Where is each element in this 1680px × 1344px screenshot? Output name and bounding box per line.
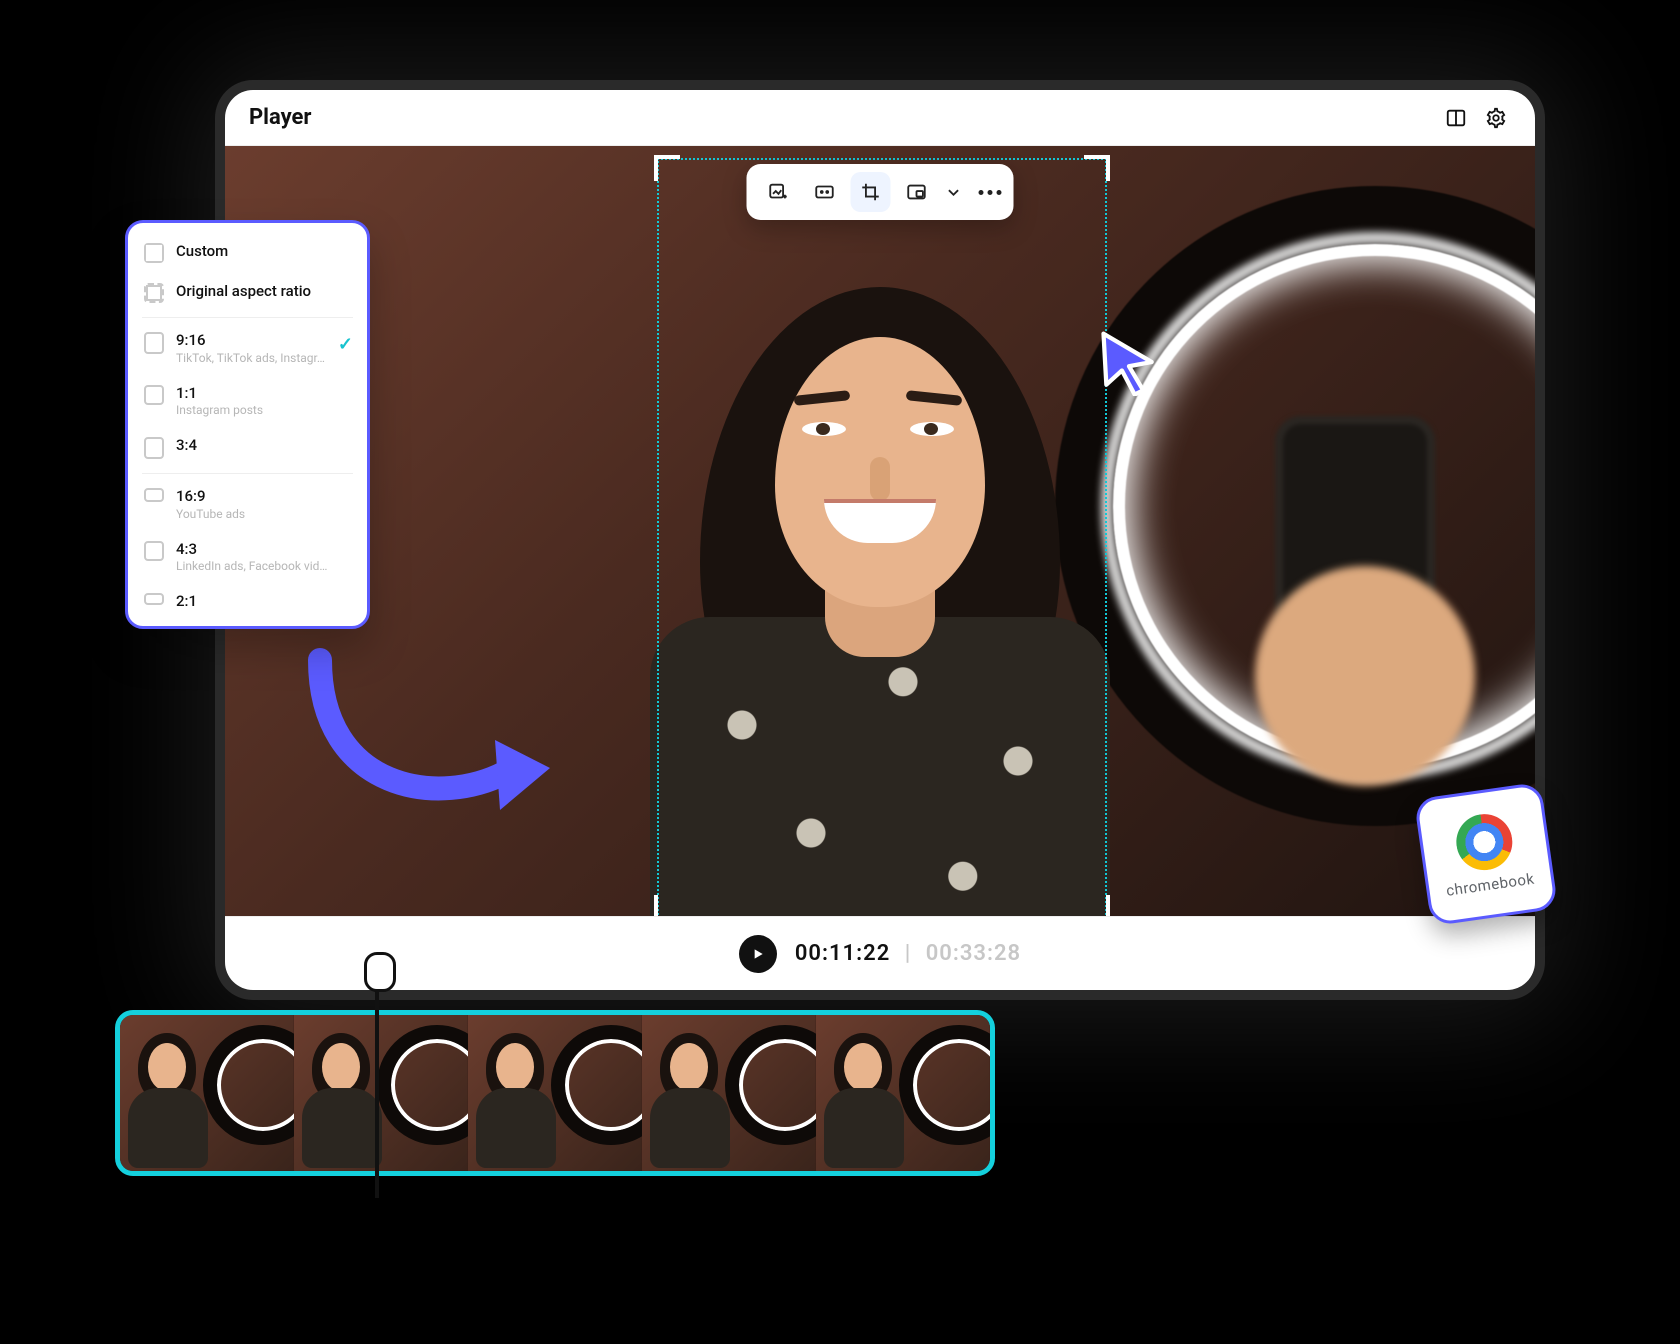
- aspect-ratio-label: 16:9: [176, 488, 245, 505]
- timeline-clip[interactable]: [115, 1010, 995, 1176]
- play-button[interactable]: [739, 935, 777, 973]
- chromebook-badge: chromebook: [1414, 782, 1559, 927]
- aspect-ratio-sub: TikTok, TikTok ads, Instagr…: [176, 351, 325, 365]
- chromebook-label: chromebook: [1445, 870, 1535, 900]
- chrome-logo-icon: [1453, 810, 1516, 873]
- aspect-thumb-icon: [144, 332, 164, 354]
- player-window: Player: [225, 90, 1535, 990]
- aspect-ratio-label: 9:16: [176, 332, 325, 349]
- more-icon[interactable]: [973, 190, 1002, 195]
- aspect-option-2-1[interactable]: 2:1: [128, 583, 367, 620]
- player-title: Player: [249, 105, 312, 130]
- timeline-frame: [816, 1015, 990, 1171]
- original-aspect-icon: [144, 283, 164, 303]
- timecode-current: 00:11:22: [795, 941, 890, 966]
- aspect-option-original[interactable]: Original aspect ratio: [128, 273, 367, 313]
- crop-toolbar: [747, 164, 1014, 220]
- timeline-playhead[interactable]: [375, 958, 379, 1198]
- layout-split-icon[interactable]: [1441, 103, 1471, 133]
- aspect-ratio-label: 1:1: [176, 385, 263, 402]
- timeline-frame: [120, 1015, 294, 1171]
- timecode-duration: 00:33:28: [926, 941, 1021, 966]
- aspect-option-3-4[interactable]: 3:4: [128, 427, 367, 469]
- timeline-frame: [642, 1015, 816, 1171]
- settings-gear-icon[interactable]: [1481, 103, 1511, 133]
- callout-arrow-icon: [300, 650, 560, 830]
- aspect-thumb-icon: [144, 488, 164, 502]
- captions-icon[interactable]: [805, 172, 845, 212]
- crop-icon[interactable]: [851, 172, 891, 212]
- aspect-option-custom[interactable]: Custom: [128, 233, 367, 273]
- aspect-option-9-16[interactable]: 9:16 TikTok, TikTok ads, Instagr… ✓: [128, 322, 367, 375]
- aspect-ratio-label: 2:1: [176, 593, 197, 610]
- aspect-ratio-sub: Instagram posts: [176, 403, 263, 417]
- aspect-thumb-icon: [144, 541, 164, 561]
- aspect-ratio-menu: Custom Original aspect ratio 9:16 TikTok,…: [125, 220, 370, 629]
- check-icon: ✓: [338, 334, 353, 355]
- aspect-option-4-3[interactable]: 4:3LinkedIn ads, Facebook vid…: [128, 531, 367, 584]
- crop-handle-tl[interactable]: [654, 155, 680, 181]
- aspect-option-16-9[interactable]: 16:9 YouTube ads: [128, 478, 367, 531]
- timecode: 00:11:22 | 00:33:28: [795, 941, 1021, 966]
- cursor-pointer-icon: [1095, 328, 1163, 396]
- aspect-ratio-sub: YouTube ads: [176, 507, 245, 521]
- crop-handle-tr[interactable]: [1084, 155, 1110, 181]
- custom-crop-icon: [144, 243, 164, 263]
- pip-caret-icon[interactable]: [943, 172, 965, 212]
- aspect-ratio-label: 4:3: [176, 541, 327, 558]
- timeline-frame: [294, 1015, 468, 1171]
- player-titlebar: Player: [225, 90, 1535, 146]
- aspect-option-1-1[interactable]: 1:1Instagram posts: [128, 375, 367, 428]
- pip-icon[interactable]: [897, 172, 937, 212]
- add-media-icon[interactable]: [759, 172, 799, 212]
- aspect-ratio-sub: LinkedIn ads, Facebook vid…: [176, 559, 327, 573]
- aspect-thumb-icon: [144, 385, 164, 405]
- transport-bar: 00:11:22 | 00:33:28: [225, 916, 1535, 990]
- aspect-thumb-icon: [144, 593, 164, 605]
- hand-prop: [1255, 566, 1475, 786]
- aspect-thumb-icon: [144, 437, 164, 459]
- aspect-ratio-label: 3:4: [176, 437, 197, 454]
- timeline-frame: [468, 1015, 642, 1171]
